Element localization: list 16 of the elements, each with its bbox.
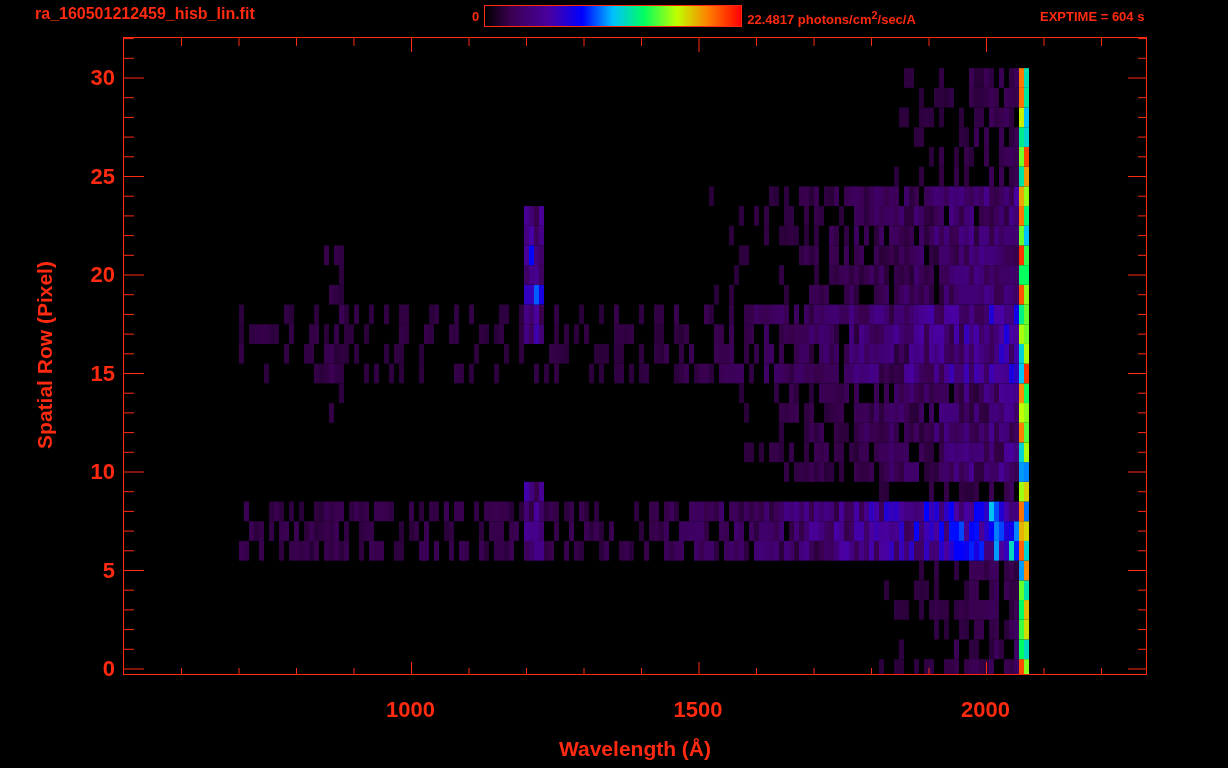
x-tick-label: 1500 <box>673 699 723 721</box>
y-tick-label: 0 <box>102 658 115 680</box>
file-name: ra_160501212459_hisb_lin.fit <box>35 5 256 23</box>
y-tick-label: 10 <box>90 461 115 483</box>
y-tick-label: 25 <box>90 165 115 188</box>
y-tick-label: 30 <box>90 67 115 89</box>
y-tick-label: 20 <box>90 264 115 286</box>
y-tick-label: 15 <box>90 362 115 385</box>
y-tick-label: 5 <box>102 559 115 582</box>
exposure-time: EXPTIME = 604 s <box>1040 8 1145 24</box>
x-tick-label: 2000 <box>961 699 1010 721</box>
x-tick-label: 1000 <box>386 699 435 721</box>
colorbar-max-label: 22.4817 photons/cm$^{2}$/sec/A <box>747 8 916 28</box>
x-axis-title: Wavelength (Å) <box>558 737 712 761</box>
colorbar-min-label: 0 <box>472 8 480 24</box>
y-axis-title: Spatial Row (Pixel) <box>33 261 57 449</box>
